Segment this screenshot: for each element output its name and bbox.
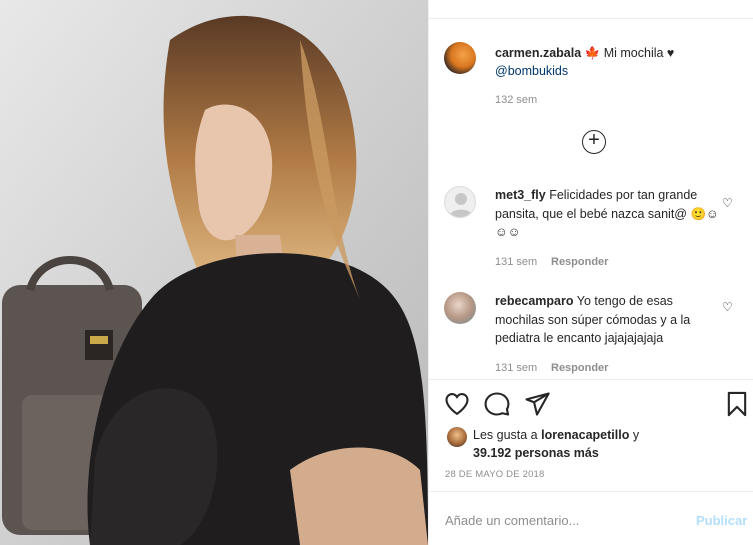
- comment-text: rebecamparo Yo tengo de esas mochilas so…: [495, 292, 720, 348]
- comment-icon[interactable]: [483, 390, 511, 418]
- owner-avatar[interactable]: [444, 42, 476, 74]
- likes-prefix: Les gusta a: [473, 428, 538, 442]
- add-comment-input[interactable]: Añade un comentario...: [445, 513, 579, 528]
- comment-like-heart-icon[interactable]: ♡: [722, 300, 733, 314]
- comment-username[interactable]: met3_fly: [495, 188, 546, 202]
- heart-icon[interactable]: [443, 390, 471, 418]
- comment-like-heart-icon[interactable]: ♡: [722, 196, 733, 210]
- commenter-avatar[interactable]: [444, 186, 476, 218]
- post-photo[interactable]: [0, 0, 428, 545]
- photo-image: [0, 0, 428, 545]
- publish-button[interactable]: Publicar: [696, 513, 747, 528]
- comment-text: met3_fly Felicidades por tan grande pans…: [495, 186, 720, 242]
- caption: carmen.zabala 🍁 Mi mochila ♥ @bombukids: [495, 44, 735, 80]
- comment-time[interactable]: 131 sem: [495, 362, 537, 374]
- actions-divider: [429, 379, 753, 380]
- input-divider: [429, 491, 753, 492]
- post-date[interactable]: 28 DE MAYO DE 2018: [445, 469, 545, 480]
- likes-summary: Les gusta a lorenacapetillo y 39.192 per…: [473, 426, 733, 462]
- header-divider: [429, 18, 753, 19]
- comment-username[interactable]: rebecamparo: [495, 294, 574, 308]
- caption-mention[interactable]: @bombukids: [495, 64, 568, 78]
- owner-username[interactable]: carmen.zabala: [495, 46, 581, 60]
- bookmark-icon[interactable]: [723, 390, 751, 418]
- reply-button[interactable]: Responder: [551, 256, 608, 268]
- liker-avatar[interactable]: [447, 427, 467, 447]
- likes-count[interactable]: 39.192 personas más: [473, 446, 599, 460]
- default-avatar-icon: [449, 193, 473, 217]
- plus-circle-icon[interactable]: +: [582, 130, 606, 154]
- share-icon[interactable]: [523, 390, 551, 418]
- commenter-avatar[interactable]: [444, 292, 476, 324]
- caption-text: Mi mochila ♥: [603, 46, 675, 60]
- caption-emoji: 🍁: [584, 46, 601, 60]
- caption-time[interactable]: 132 sem: [495, 94, 537, 106]
- liker-username[interactable]: lorenacapetillo: [541, 428, 629, 442]
- likes-join: y: [632, 428, 640, 442]
- post-side-panel: carmen.zabala 🍁 Mi mochila ♥ @bombukids …: [428, 0, 753, 545]
- reply-button[interactable]: Responder: [551, 362, 608, 374]
- comment-time[interactable]: 131 sem: [495, 256, 537, 268]
